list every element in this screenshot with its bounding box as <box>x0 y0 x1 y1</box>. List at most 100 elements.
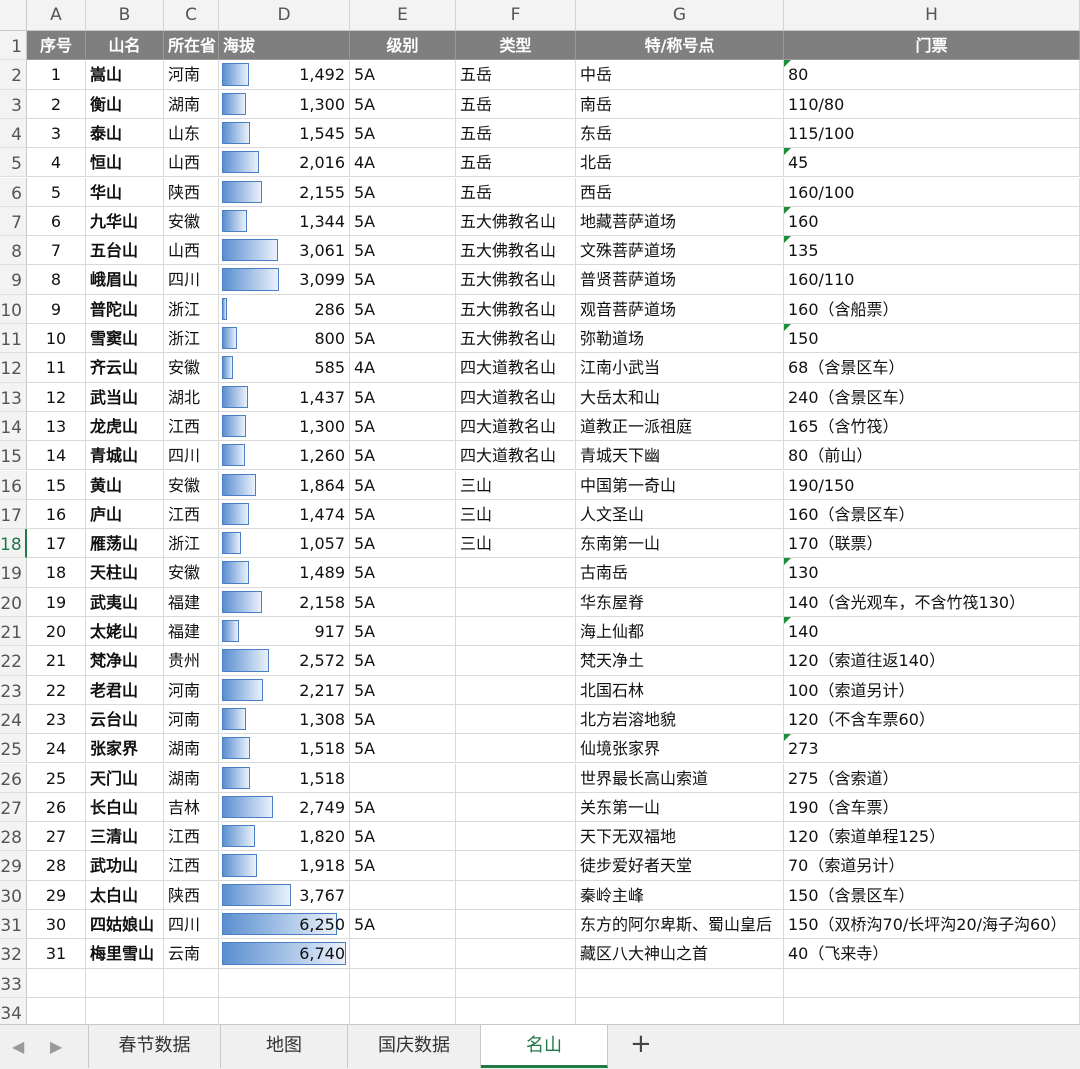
cell-level[interactable]: 5A <box>350 822 456 852</box>
row-header[interactable]: 10 <box>0 294 27 324</box>
cell-ticket[interactable]: 160/110 <box>784 265 1080 295</box>
cell-n[interactable]: 22 <box>27 675 86 705</box>
cell-prov[interactable]: 陕西 <box>164 177 219 207</box>
cell-alt[interactable]: 1,518 <box>219 734 350 764</box>
cell-alt[interactable]: 1,518 <box>219 763 350 793</box>
row-header[interactable]: 7 <box>0 206 27 237</box>
column-header-a[interactable]: A <box>27 0 86 31</box>
cell-title[interactable]: 普贤菩萨道场 <box>576 265 784 295</box>
cell-alt[interactable]: 2,155 <box>219 177 350 207</box>
cell-level[interactable]: 5A <box>350 675 456 705</box>
cell-type[interactable] <box>456 558 576 588</box>
row-header[interactable]: 27 <box>0 792 27 823</box>
cell-n[interactable]: 14 <box>27 441 86 471</box>
cell-name[interactable]: 黄山 <box>86 470 164 500</box>
cell-alt[interactable]: 6,740 <box>219 939 350 969</box>
cell-level[interactable]: 5A <box>350 441 456 471</box>
cell-alt[interactable]: 585 <box>219 353 350 383</box>
cell-alt[interactable]: 1,300 <box>219 89 350 119</box>
cell-name[interactable]: 峨眉山 <box>86 265 164 295</box>
cell-title[interactable]: 南岳 <box>576 89 784 119</box>
cell-type[interactable] <box>456 617 576 647</box>
cell-prov[interactable]: 安徽 <box>164 470 219 500</box>
cell-n[interactable]: 28 <box>27 851 86 881</box>
row-header[interactable]: 2 <box>0 60 27 90</box>
cell-ticket[interactable]: 190/150 <box>784 470 1080 500</box>
cell-title[interactable]: 古南岳 <box>576 558 784 588</box>
cell-type[interactable] <box>456 880 576 910</box>
cell-alt[interactable]: 917 <box>219 617 350 647</box>
cell-ticket[interactable]: 190（含车票） <box>784 792 1080 823</box>
cell-type[interactable] <box>456 646 576 676</box>
cell-title[interactable]: 藏区八大神山之首 <box>576 939 784 969</box>
cell-ticket[interactable]: 130 <box>784 558 1080 588</box>
cell-prov[interactable]: 江西 <box>164 499 219 530</box>
row-header[interactable]: 18 <box>0 529 27 559</box>
row-header[interactable]: 13 <box>0 382 27 412</box>
cell-ticket[interactable]: 120（索道往返140） <box>784 646 1080 676</box>
cell-title[interactable]: 海上仙都 <box>576 617 784 647</box>
cell-level[interactable]: 5A <box>350 910 456 940</box>
cell-n[interactable]: 4 <box>27 148 86 178</box>
cell-type[interactable]: 五大佛教名山 <box>456 294 576 324</box>
cell-level[interactable]: 5A <box>350 529 456 559</box>
grid-cell[interactable] <box>219 997 350 1024</box>
cell-n[interactable]: 6 <box>27 206 86 237</box>
cell-prov[interactable]: 湖南 <box>164 734 219 764</box>
cell-ticket[interactable]: 160 <box>784 206 1080 237</box>
cell-n[interactable]: 30 <box>27 910 86 940</box>
cell-level[interactable]: 5A <box>350 89 456 119</box>
row-header[interactable]: 6 <box>0 177 27 207</box>
cell-n[interactable]: 25 <box>27 763 86 793</box>
cell-name[interactable]: 嵩山 <box>86 60 164 90</box>
cell-alt[interactable]: 1,489 <box>219 558 350 588</box>
column-header-g[interactable]: G <box>576 0 784 31</box>
cell-type[interactable]: 四大道教名山 <box>456 441 576 471</box>
header-cell-type[interactable]: 类型 <box>456 31 576 61</box>
row-header[interactable]: 23 <box>0 675 27 705</box>
cell-name[interactable]: 太姥山 <box>86 617 164 647</box>
cell-alt[interactable]: 3,061 <box>219 236 350 266</box>
cell-type[interactable]: 四大道教名山 <box>456 353 576 383</box>
row-header[interactable]: 22 <box>0 646 27 676</box>
cell-prov[interactable]: 福建 <box>164 587 219 617</box>
cell-name[interactable]: 天柱山 <box>86 558 164 588</box>
row-header[interactable]: 34 <box>0 997 27 1024</box>
cell-level[interactable]: 5A <box>350 851 456 881</box>
row-header[interactable]: 5 <box>0 148 27 178</box>
cell-name[interactable]: 武功山 <box>86 851 164 881</box>
cell-ticket[interactable]: 110/80 <box>784 89 1080 119</box>
row-header[interactable]: 15 <box>0 441 27 471</box>
cell-name[interactable]: 雪窦山 <box>86 324 164 354</box>
row-header[interactable]: 30 <box>0 880 27 910</box>
cell-prov[interactable]: 陕西 <box>164 880 219 910</box>
cell-type[interactable] <box>456 763 576 793</box>
cell-ticket[interactable]: 115/100 <box>784 118 1080 149</box>
header-cell-title[interactable]: 特/称号点 <box>576 31 784 61</box>
row-header[interactable]: 9 <box>0 265 27 295</box>
column-header-d[interactable]: D <box>219 0 350 31</box>
cell-name[interactable]: 庐山 <box>86 499 164 530</box>
cell-alt[interactable]: 2,158 <box>219 587 350 617</box>
grid-cell[interactable] <box>164 997 219 1024</box>
cell-name[interactable]: 长白山 <box>86 792 164 823</box>
cell-title[interactable]: 观音菩萨道场 <box>576 294 784 324</box>
cell-title[interactable]: 关东第一山 <box>576 792 784 823</box>
cell-ticket[interactable]: 40（飞来寺） <box>784 939 1080 969</box>
cell-prov[interactable]: 四川 <box>164 910 219 940</box>
row-header[interactable]: 16 <box>0 470 27 500</box>
cell-ticket[interactable]: 150 <box>784 324 1080 354</box>
cell-alt[interactable]: 1,474 <box>219 499 350 530</box>
cell-title[interactable]: 东岳 <box>576 118 784 149</box>
row-header[interactable]: 32 <box>0 939 27 969</box>
cell-title[interactable]: 东方的阿尔卑斯、蜀山皇后 <box>576 910 784 940</box>
cell-alt[interactable]: 3,767 <box>219 880 350 910</box>
cell-alt[interactable]: 286 <box>219 294 350 324</box>
grid-cell[interactable] <box>784 997 1080 1024</box>
cell-type[interactable]: 五大佛教名山 <box>456 324 576 354</box>
cell-title[interactable]: 大岳太和山 <box>576 382 784 412</box>
cell-name[interactable]: 老君山 <box>86 675 164 705</box>
sheet-tab-mountains[interactable]: 名山 <box>481 1025 608 1068</box>
grid-cell[interactable] <box>27 997 86 1024</box>
cell-prov[interactable]: 福建 <box>164 617 219 647</box>
